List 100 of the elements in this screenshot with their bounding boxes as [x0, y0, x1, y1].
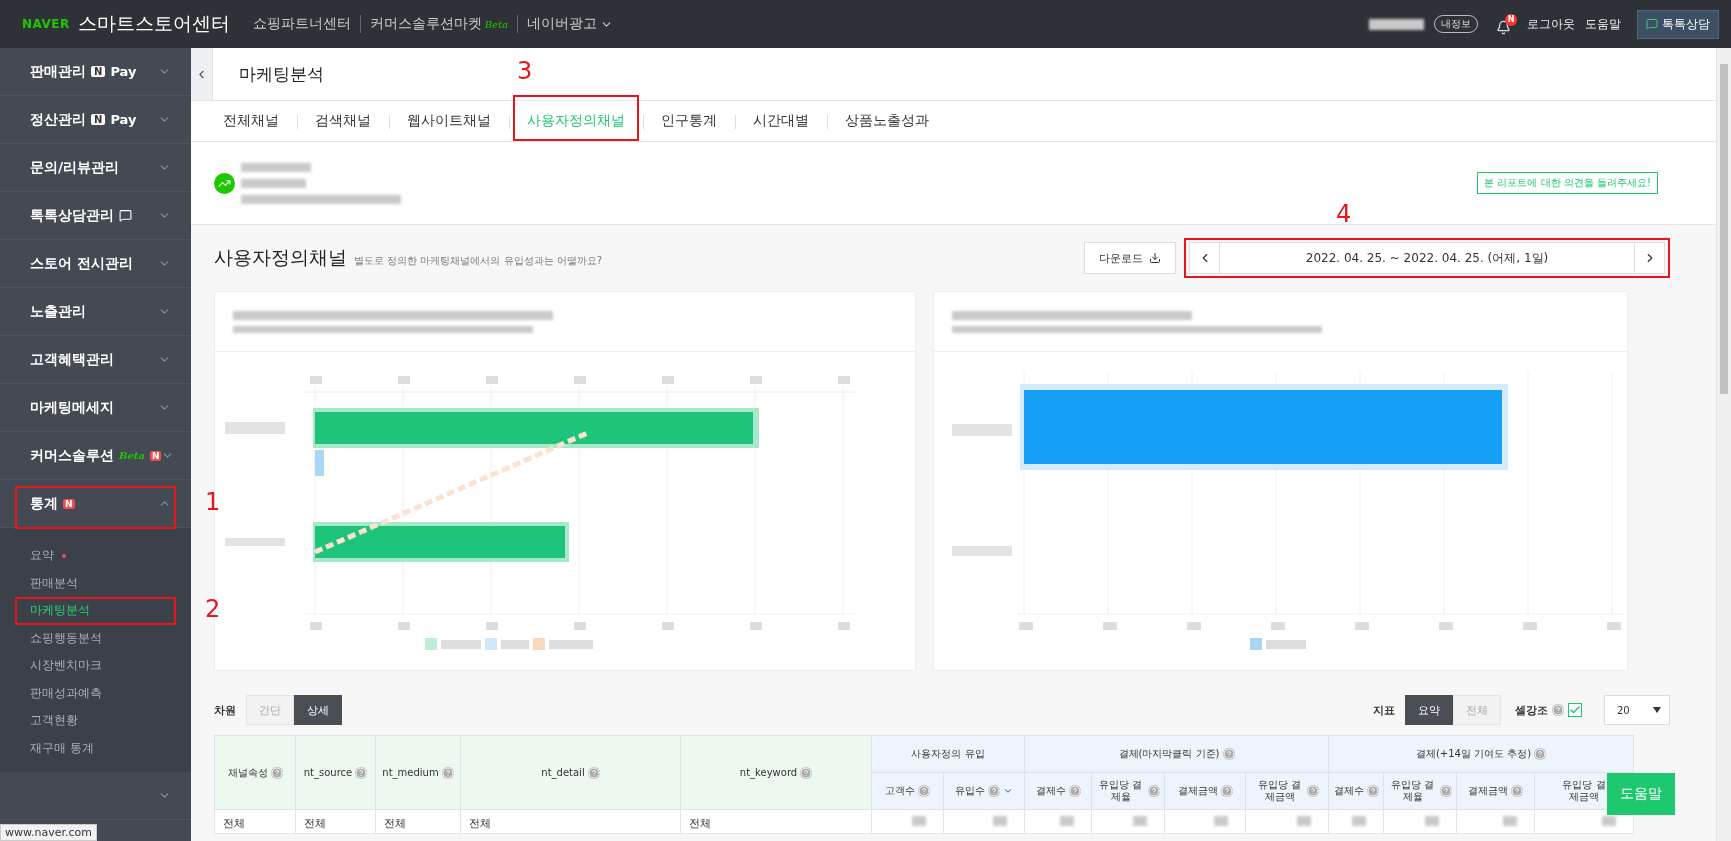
submenu-item[interactable]: 재구매 통계 — [0, 734, 191, 762]
help-icon[interactable] — [800, 766, 813, 779]
sidebar-item[interactable]: 커머스솔루션 Beta N — [30, 446, 162, 465]
column-group-header: 사용자정의 유입 — [911, 748, 985, 760]
submenu-item[interactable]: 쇼핑행동분석 — [0, 624, 191, 652]
sidebar-item[interactable]: 스토어 전시관리 — [30, 254, 133, 273]
blurred-tick-label — [1523, 622, 1537, 630]
sidebar-item[interactable]: 노출관리 — [30, 302, 86, 321]
collapse-button[interactable] — [191, 48, 213, 100]
npay-mark: N — [91, 114, 106, 125]
sidebar-item[interactable]: 톡톡상담관리 — [30, 206, 132, 225]
blurred-value — [1133, 816, 1147, 826]
callout-number: 1 — [205, 488, 221, 516]
blurred-value — [1602, 816, 1617, 826]
tab[interactable]: 시간대별 — [753, 101, 809, 141]
sidebar-item[interactable]: 통계 N — [30, 494, 75, 513]
brand-logo[interactable]: NAVER — [22, 17, 70, 31]
column-group-header: 결제(+14일 기여도 추정) — [1415, 748, 1532, 760]
sidebar-item[interactable]: 정산관리 N Pay — [30, 110, 137, 129]
help-icon[interactable] — [355, 766, 368, 779]
blurred-tick-label — [310, 622, 322, 630]
sidebar-item[interactable]: 마케팅메세지 — [30, 398, 114, 417]
highlight-checkbox[interactable] — [1568, 703, 1582, 717]
tab[interactable]: 검색채널 — [315, 101, 371, 141]
caret-icon — [1653, 707, 1661, 713]
help-icon[interactable] — [1534, 748, 1547, 760]
chat-button[interactable]: 톡톡상담 — [1637, 9, 1719, 39]
download-icon — [1149, 252, 1161, 264]
tab[interactable]: 전체채널 — [223, 101, 279, 141]
chat-icon — [119, 209, 132, 222]
help-icon[interactable] — [1147, 785, 1160, 797]
top-nav-link[interactable]: 네이버광고 — [517, 15, 622, 33]
blurred-name — [1369, 18, 1424, 30]
legend-swatch — [425, 638, 437, 650]
tab[interactable]: 인구통계 — [661, 101, 717, 141]
blurred-tick-label — [662, 376, 674, 384]
help-icon[interactable] — [270, 766, 283, 779]
pay-text: Pay — [110, 64, 137, 79]
help-icon[interactable] — [1439, 785, 1452, 797]
top-nav-link[interactable]: 커머스솔루션마켓 Beta — [359, 15, 517, 33]
column-header: 채널속성 — [227, 766, 268, 779]
pay-text: Pay — [110, 112, 137, 127]
sidebar-item[interactable]: 판매관리 N Pay — [30, 62, 137, 81]
my-info-button[interactable]: 내정보 — [1434, 15, 1478, 33]
submenu-item[interactable]: 판매분석 — [0, 569, 191, 597]
blurred-category-label — [952, 546, 1012, 556]
segment-button[interactable]: 요약 — [1405, 695, 1453, 725]
blurred-tick-label — [1019, 622, 1033, 630]
blurred-tick-label — [750, 376, 762, 384]
blurred-category-label — [225, 538, 285, 546]
section-title: 사용자정의채널 — [214, 245, 347, 270]
download-button[interactable]: 다운로드 — [1084, 242, 1176, 274]
help-icon[interactable] — [1068, 785, 1081, 797]
help-icon[interactable] — [1306, 785, 1319, 797]
table-cell: 전체 — [295, 809, 376, 834]
help-icon[interactable] — [1220, 785, 1233, 797]
trend-icon — [214, 172, 235, 194]
beta-tag: Beta — [119, 450, 145, 461]
help-icon[interactable] — [587, 766, 600, 779]
legend-swatch — [485, 638, 497, 650]
blurred-value — [912, 816, 926, 826]
help-icon[interactable] — [1366, 785, 1379, 797]
tab[interactable]: 상품노출성과 — [845, 101, 929, 141]
scrollbar-thumb[interactable] — [1720, 64, 1728, 394]
blurred-tick-label — [1187, 622, 1201, 630]
segment-button[interactable]: 상세 — [294, 695, 342, 725]
callout-number: 2 — [205, 595, 221, 623]
submenu-item[interactable]: 요약 — [0, 542, 191, 570]
sidebar-item[interactable]: 고객혜택관리 — [30, 350, 114, 369]
top-nav-link[interactable]: 쇼핑파트너센터 — [243, 15, 360, 33]
blurred-value — [1352, 816, 1367, 826]
submenu-item[interactable]: 판매성과예측 — [0, 679, 191, 707]
column-header: 고객수 — [885, 785, 915, 797]
blurred-tick-label — [398, 622, 410, 630]
chat-icon — [1646, 18, 1658, 30]
help-icon[interactable] — [1222, 748, 1235, 760]
submenu-item[interactable]: 고객현황 — [0, 707, 191, 735]
help-icon[interactable] — [1552, 704, 1564, 716]
blurred-legend-label — [1266, 640, 1306, 649]
column-header[interactable]: 유입수 — [955, 785, 985, 797]
blurred-tick-label — [750, 622, 762, 630]
sidebar-item[interactable]: 문의/리뷰관리 — [30, 158, 120, 177]
status-url: www.naver.com — [0, 824, 97, 841]
help-link[interactable]: 도움말 — [1585, 15, 1621, 33]
tab[interactable]: 웹사이트채널 — [407, 101, 491, 141]
logout-link[interactable]: 로그아웃 — [1527, 15, 1575, 33]
help-icon[interactable] — [988, 785, 1000, 797]
blurred-value — [1060, 816, 1074, 826]
help-icon[interactable] — [441, 766, 454, 779]
npay-mark: N — [91, 66, 106, 77]
table-cell: 전체 — [214, 809, 296, 834]
help-icon[interactable] — [1511, 785, 1524, 797]
page-size-select[interactable]: 20 — [1604, 695, 1670, 725]
blurred-tick-label — [1607, 622, 1621, 630]
column-header: nt_source — [303, 766, 353, 779]
section-subtitle: 별도로 정의한 마케팅채널에서의 유입성과는 어떨까요? — [354, 253, 603, 268]
submenu-item[interactable]: 시장벤치마크 — [0, 652, 191, 680]
blurred-value — [1503, 816, 1518, 826]
blurred-tick-label — [838, 622, 850, 630]
help-icon[interactable] — [918, 785, 930, 797]
